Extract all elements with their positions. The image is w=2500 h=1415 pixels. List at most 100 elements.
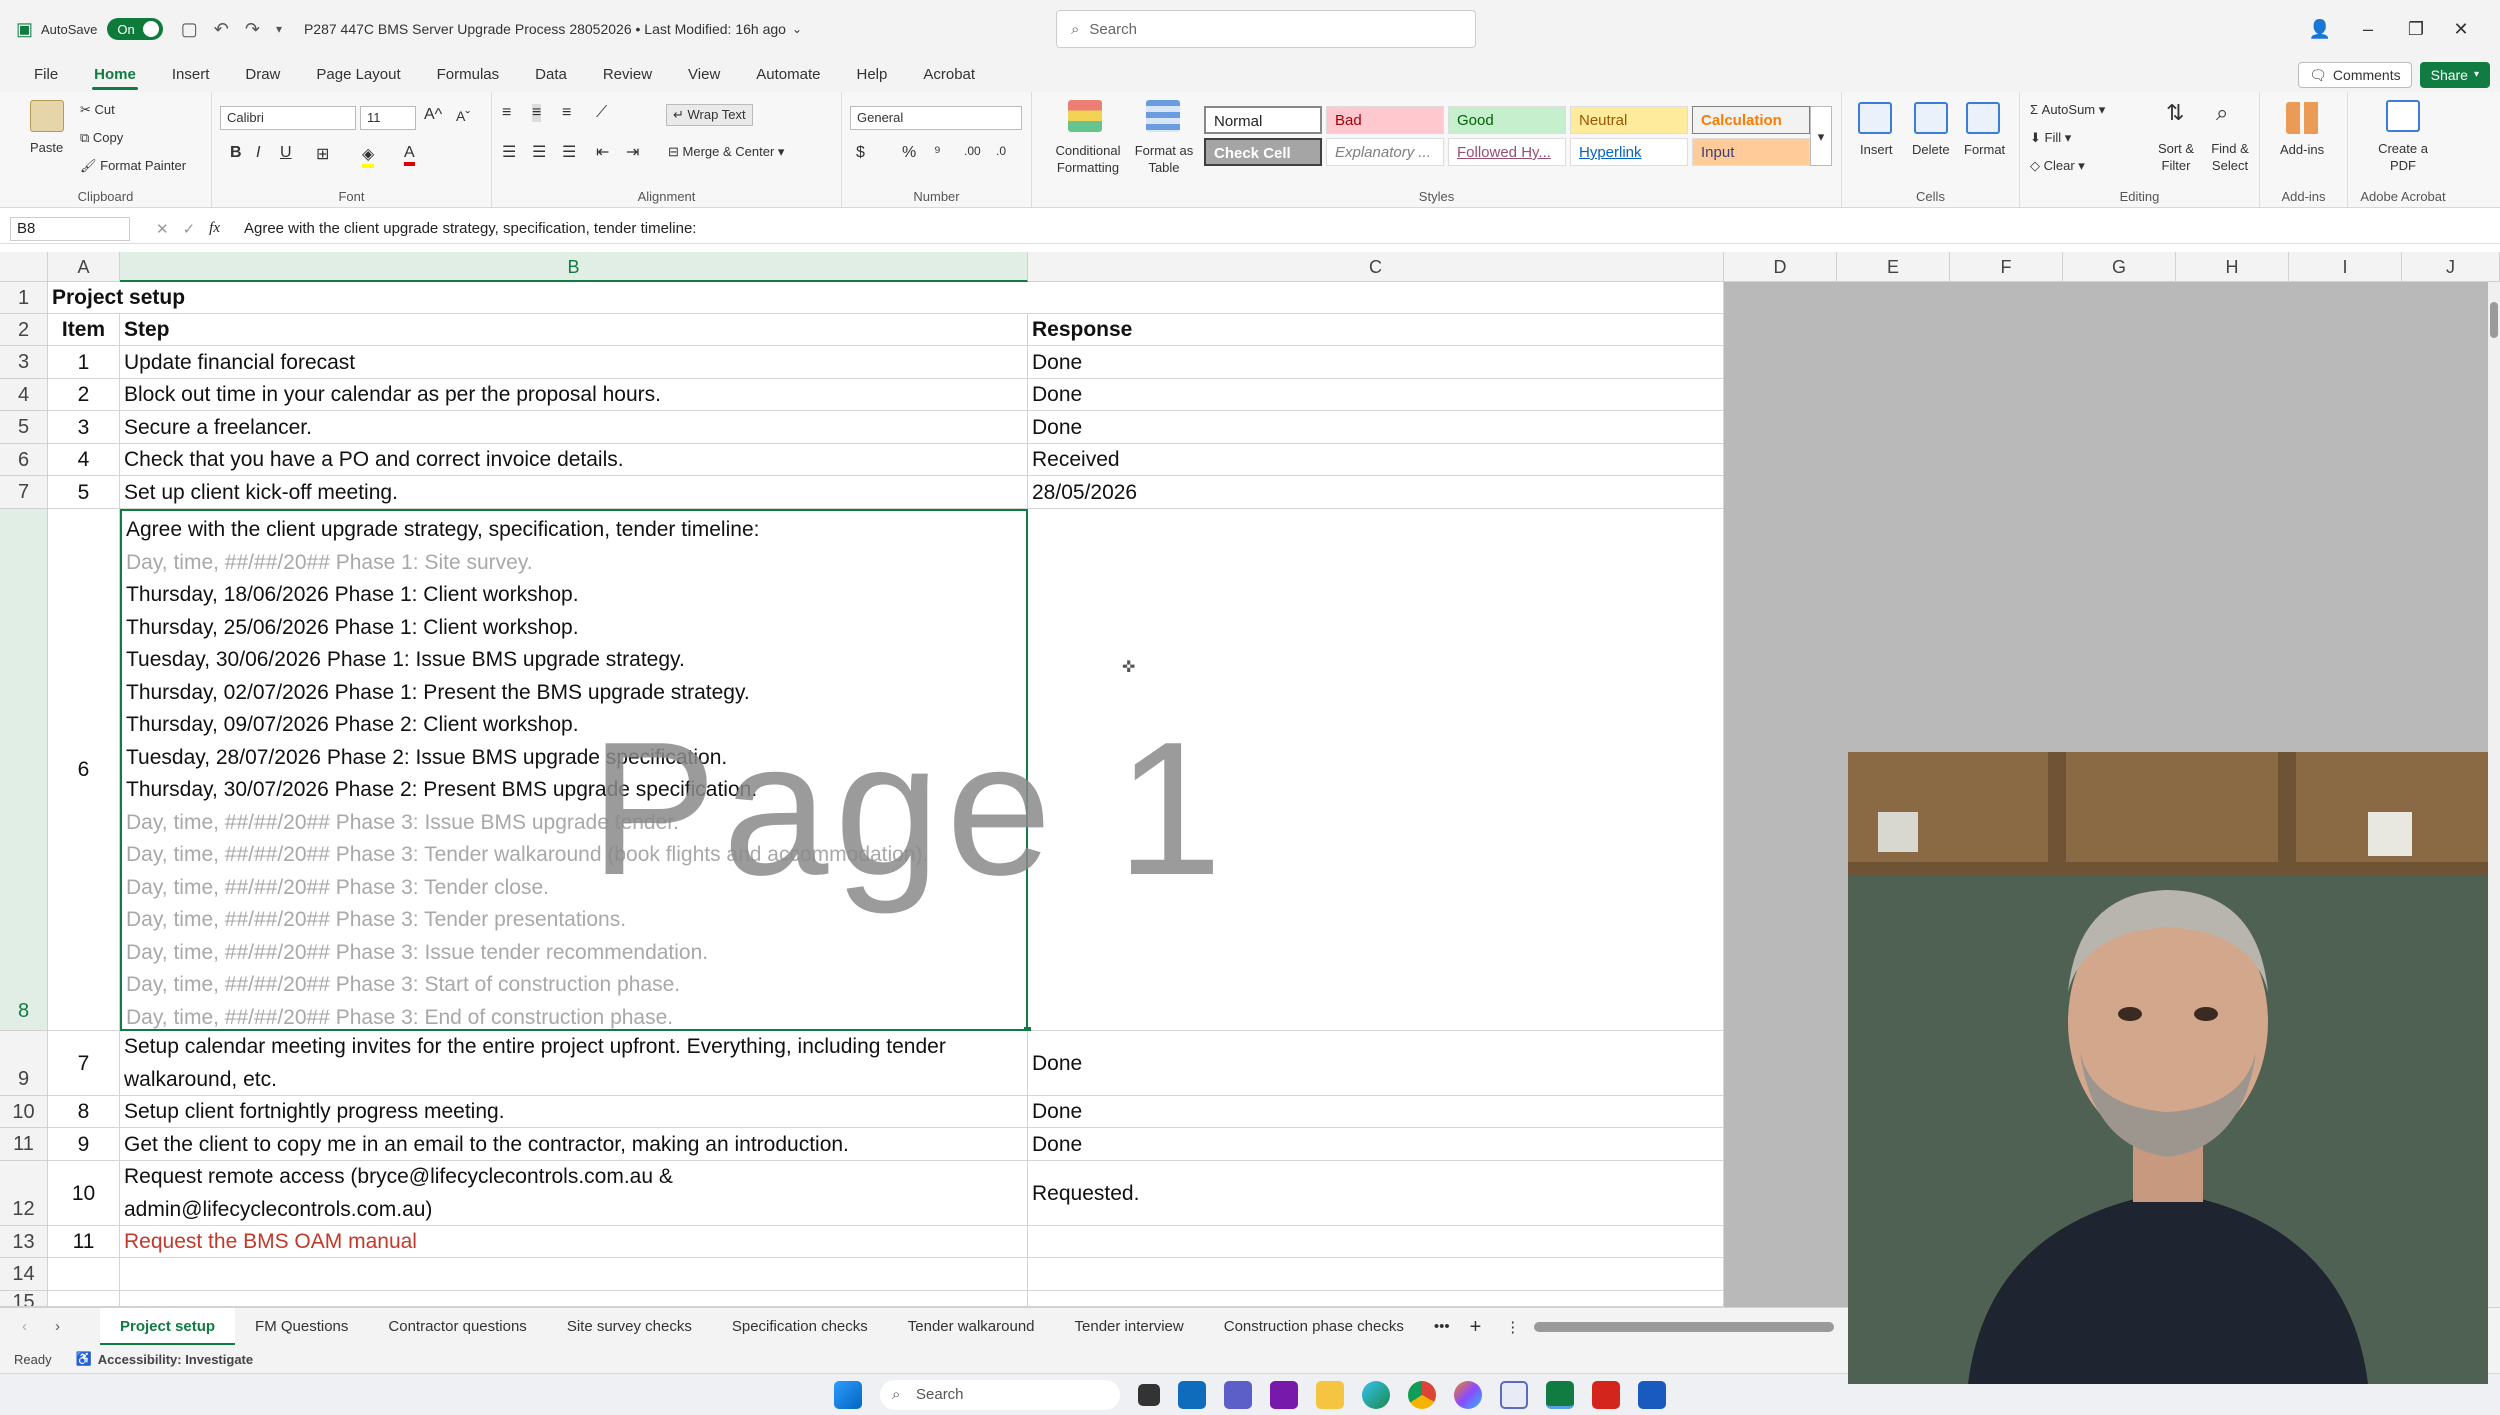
autosave-toggle[interactable]: On	[107, 18, 163, 40]
close-icon[interactable]: ✕	[2436, 19, 2486, 40]
response-cell[interactable]: Done	[1028, 1031, 1724, 1096]
menu-draw[interactable]: Draw	[227, 58, 298, 92]
paste-icon[interactable]	[30, 100, 64, 132]
formula-content[interactable]: Agree with the client upgrade strategy, …	[244, 220, 696, 237]
menu-help[interactable]: Help	[839, 58, 906, 92]
increase-indent-icon[interactable]: ⇥	[626, 142, 639, 162]
find-select-icon[interactable]: ⌕	[2216, 100, 2228, 126]
response-cell[interactable]: 28/05/2026	[1028, 476, 1724, 509]
word-icon[interactable]	[1638, 1380, 1666, 1409]
style-check-cell[interactable]: Check Cell	[1204, 138, 1322, 166]
increase-font-icon[interactable]: A^	[424, 106, 442, 124]
style-calculation[interactable]: Calculation	[1692, 106, 1810, 134]
task-view-icon[interactable]	[1138, 1383, 1160, 1406]
column-header-i[interactable]: I	[2289, 252, 2402, 282]
style-neutral[interactable]: Neutral	[1570, 106, 1688, 134]
style-hyperlink[interactable]: Hyperlink	[1570, 138, 1688, 166]
format-painter-button[interactable]: 🖌 Format Painter	[80, 158, 186, 174]
snipping-tool-icon[interactable]	[1500, 1380, 1528, 1409]
number-format-select[interactable]: General	[850, 106, 1022, 130]
style-input[interactable]: Input	[1692, 138, 1810, 166]
row-header-14[interactable]: 14	[0, 1258, 48, 1291]
accessibility-status[interactable]: Accessibility: Investigate	[98, 1352, 253, 1367]
tab-tender-walkaround[interactable]: Tender walkaround	[888, 1308, 1055, 1346]
response-cell[interactable]: Done	[1028, 1128, 1724, 1161]
comments-button[interactable]: 🗨 Comments	[2298, 62, 2412, 88]
row-header-8[interactable]: 8	[0, 509, 48, 1031]
response-cell[interactable]: Requested.	[1028, 1161, 1724, 1226]
name-box[interactable]: B8	[10, 216, 130, 241]
response-cell[interactable]: Done	[1028, 1096, 1724, 1128]
decrease-font-icon[interactable]: Aˇ	[456, 108, 470, 124]
step-cell[interactable]: Setup calendar meeting invites for the e…	[120, 1031, 1028, 1096]
underline-icon[interactable]: U	[280, 144, 292, 162]
styles-more-icon[interactable]: ▾	[1810, 106, 1832, 166]
menu-review[interactable]: Review	[585, 58, 670, 92]
step-cell[interactable]: Secure a freelancer.	[120, 411, 1028, 444]
comma-icon[interactable]: ⁹	[934, 144, 941, 162]
empty-cell[interactable]	[48, 1291, 120, 1307]
item-cell[interactable]: 1	[48, 346, 120, 379]
create-pdf-button[interactable]: Create a PDF	[2370, 140, 2436, 174]
excel-taskbar-icon[interactable]	[1546, 1380, 1574, 1409]
column-header-d[interactable]: D	[1724, 252, 1837, 282]
wrap-text-button[interactable]: ↵ Wrap Text	[666, 104, 753, 126]
row-header-4[interactable]: 4	[0, 379, 48, 411]
item-cell[interactable]: 10	[48, 1161, 120, 1226]
add-sheet-button[interactable]: +	[1460, 1308, 1492, 1346]
align-center-icon[interactable]: ☰	[532, 142, 546, 162]
copy-button[interactable]: ⧉ Copy	[80, 130, 123, 146]
currency-icon[interactable]: $	[856, 144, 865, 162]
item-cell[interactable]: 5	[48, 476, 120, 509]
insert-function-icon[interactable]: fx	[209, 220, 220, 237]
column-header-c[interactable]: C	[1028, 252, 1724, 282]
item-cell[interactable]: 3	[48, 411, 120, 444]
copilot-icon[interactable]	[1454, 1380, 1482, 1409]
column-header-f[interactable]: F	[1950, 252, 2063, 282]
align-top-icon[interactable]: ≡	[502, 104, 511, 122]
file-explorer-icon[interactable]	[1316, 1380, 1344, 1409]
item-cell[interactable]: 4	[48, 444, 120, 476]
row-header-15[interactable]: 15	[0, 1291, 48, 1307]
teams-icon[interactable]	[1224, 1380, 1252, 1409]
item-cell[interactable]: 11	[48, 1226, 120, 1258]
empty-cell[interactable]	[1028, 1291, 1724, 1307]
row-header-9[interactable]: 9	[0, 1031, 48, 1096]
chrome-icon[interactable]	[1408, 1380, 1436, 1409]
borders-icon[interactable]: ⊞	[316, 144, 329, 164]
step-cell[interactable]: Setup client fortnightly progress meetin…	[120, 1096, 1028, 1128]
tab-construction-phase-checks[interactable]: Construction phase checks	[1204, 1308, 1424, 1346]
save-icon[interactable]: ▢	[181, 19, 198, 40]
tab-contractor-questions[interactable]: Contractor questions	[368, 1308, 546, 1346]
row-header-7[interactable]: 7	[0, 476, 48, 509]
menu-data[interactable]: Data	[517, 58, 585, 92]
insert-button[interactable]: Insert	[1860, 142, 1893, 157]
cut-button[interactable]: ✂ Cut	[80, 102, 115, 118]
search-input[interactable]: ⌕ Search	[1056, 10, 1476, 48]
undo-icon[interactable]: ↶	[214, 19, 229, 40]
enter-icon[interactable]: ✓	[183, 220, 196, 238]
file-title[interactable]: P287 447C BMS Server Upgrade Process 280…	[304, 21, 786, 37]
response-cell[interactable]	[1028, 509, 1724, 1031]
item-cell[interactable]: 6	[48, 509, 120, 1031]
tab-site-survey-checks[interactable]: Site survey checks	[547, 1308, 712, 1346]
fill-color-icon[interactable]: ◈	[362, 144, 375, 168]
scrollbar-thumb[interactable]	[2490, 302, 2498, 338]
cell-a1-title[interactable]: Project setup	[48, 282, 1724, 314]
format-cells-icon[interactable]	[1966, 102, 2000, 134]
windows-start-icon[interactable]	[834, 1380, 862, 1409]
onenote-icon[interactable]	[1270, 1380, 1298, 1409]
column-header-e[interactable]: E	[1837, 252, 1950, 282]
response-cell[interactable]: Done	[1028, 346, 1724, 379]
acrobat-icon[interactable]	[1592, 1380, 1620, 1409]
tab-project-setup[interactable]: Project setup	[100, 1307, 236, 1346]
menu-formulas[interactable]: Formulas	[419, 58, 518, 92]
edge-icon[interactable]	[1362, 1380, 1390, 1409]
item-cell[interactable]: 7	[48, 1031, 120, 1096]
addins-button[interactable]: Add-ins	[2280, 142, 2324, 157]
row-header-11[interactable]: 11	[0, 1128, 48, 1161]
tab-fm-questions[interactable]: FM Questions	[235, 1308, 368, 1346]
decrease-decimal-icon[interactable]: .0	[996, 144, 1006, 158]
empty-cell[interactable]	[48, 1258, 120, 1291]
format-button[interactable]: Format	[1964, 142, 2005, 157]
